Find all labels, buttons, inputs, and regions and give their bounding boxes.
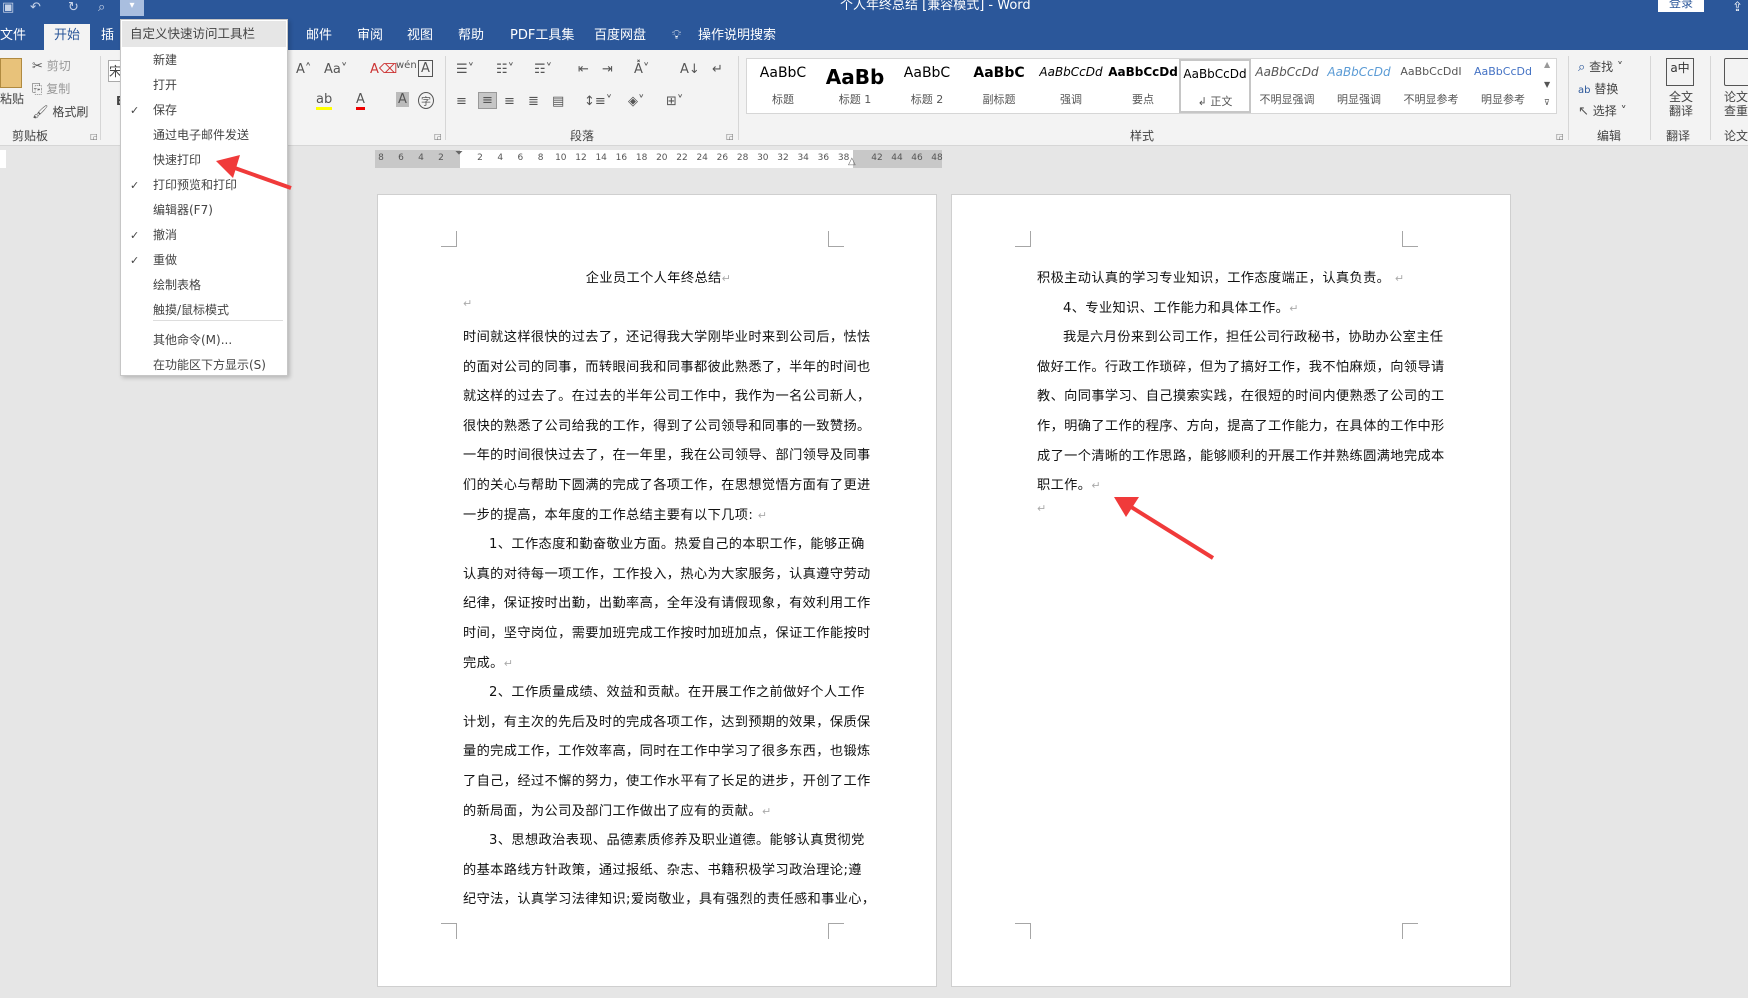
red-arrow-icon bbox=[1114, 497, 1215, 560]
red-arrow-icon bbox=[216, 155, 292, 190]
annotation-layer bbox=[216, 155, 1215, 560]
